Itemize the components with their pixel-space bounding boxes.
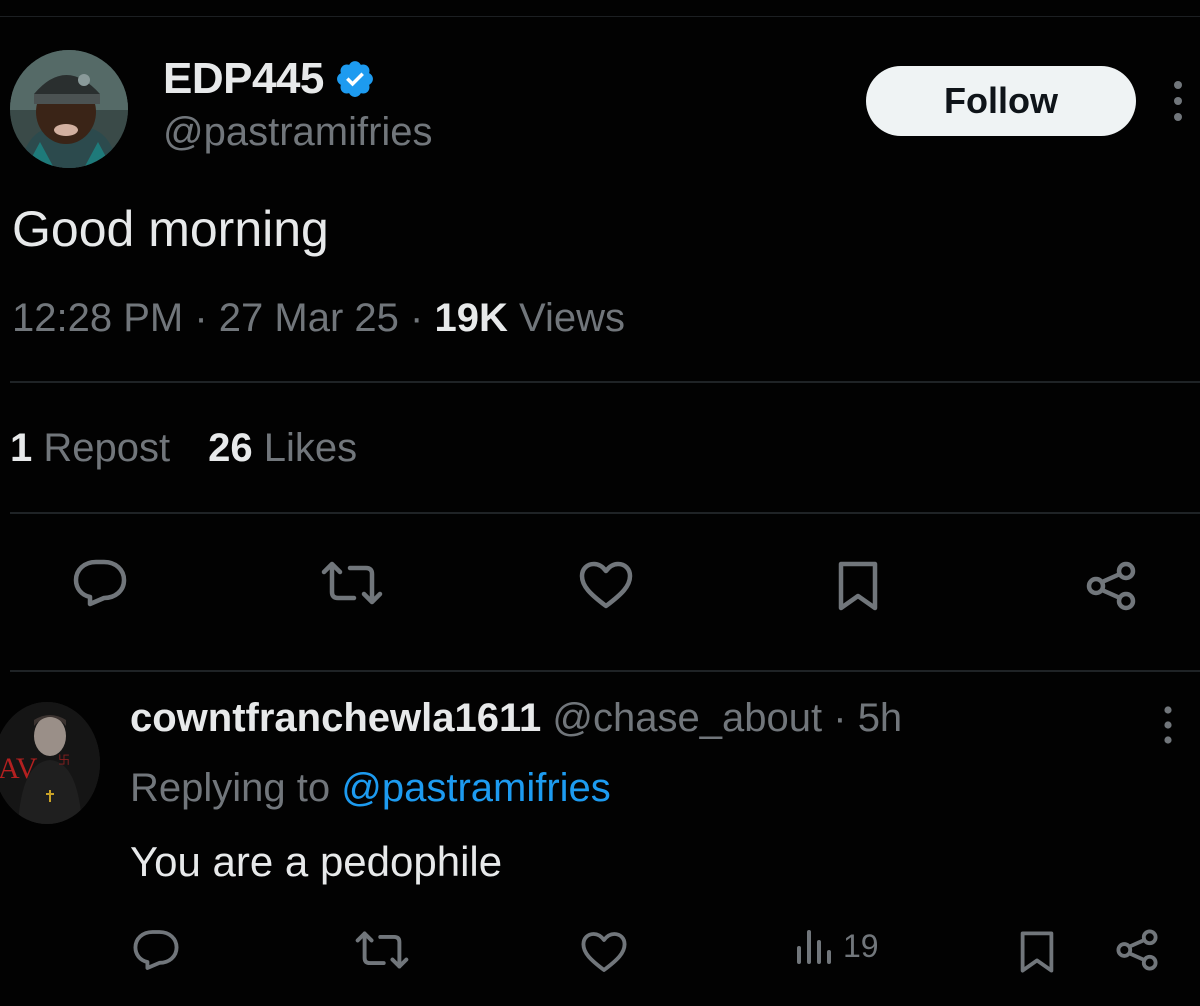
replying-prefix: Replying to xyxy=(130,766,331,810)
tweet-detail-view: EDP445 @pastramifries Follow Good mornin… xyxy=(0,0,1200,1006)
heart-icon xyxy=(581,932,627,972)
tweet-text: Good morning xyxy=(12,201,329,257)
reply-button[interactable] xyxy=(72,558,128,608)
reply-author-avatar[interactable]: AV 卐 xyxy=(0,702,100,824)
reply-bubble-icon xyxy=(73,559,127,607)
author-display-name[interactable]: EDP445 xyxy=(163,54,324,104)
divider xyxy=(10,512,1200,514)
likes-label: Likes xyxy=(263,426,358,470)
tweet-meta: 12:28 PM · 27 Mar 25 · 19K Views xyxy=(12,296,625,341)
heart-icon xyxy=(579,561,633,609)
like-button[interactable] xyxy=(578,560,634,610)
reply-reply-button[interactable] xyxy=(132,928,180,972)
reply-repost-button[interactable] xyxy=(354,930,410,970)
views-bar-icon xyxy=(797,930,831,964)
reply-author-handle[interactable]: @chase_about xyxy=(552,696,822,740)
reply-separator: · xyxy=(833,696,847,740)
reply-views-button[interactable]: 19 xyxy=(795,926,879,966)
share-icon xyxy=(1116,929,1158,971)
share-button[interactable] xyxy=(1084,560,1138,612)
meta-separator: · xyxy=(410,296,424,340)
reply-like-button[interactable] xyxy=(580,930,628,974)
reply-header: cowntfranchewla1611 @chase_about · 5h xyxy=(130,696,902,741)
divider xyxy=(10,381,1200,383)
author-name-row: EDP445 xyxy=(163,54,376,104)
tweet-stats: 1 Repost 26 Likes xyxy=(10,426,357,471)
more-vertical-icon[interactable] xyxy=(1168,78,1188,124)
reply-age[interactable]: 5h xyxy=(858,696,903,740)
repost-icon xyxy=(355,931,409,969)
tweet-time[interactable]: 12:28 PM xyxy=(12,296,183,340)
verified-badge-icon xyxy=(336,61,373,97)
reply-text: You are a pedophile xyxy=(130,838,503,885)
reposts-stat[interactable]: 1 Repost xyxy=(10,426,170,470)
bookmark-icon xyxy=(1020,931,1054,973)
reposts-label: Repost xyxy=(43,426,171,470)
likes-count: 26 xyxy=(208,426,253,470)
tweet-date[interactable]: 27 Mar 25 xyxy=(219,296,399,340)
replying-to-line: Replying to @pastramifries xyxy=(130,766,611,811)
author-avatar[interactable] xyxy=(10,50,128,168)
views-count: 19K xyxy=(434,296,508,340)
reposts-count: 1 xyxy=(10,426,33,470)
more-vertical-icon[interactable] xyxy=(1158,704,1178,746)
svg-text:卐: 卐 xyxy=(58,753,70,767)
meta-separator: · xyxy=(194,296,208,340)
share-icon xyxy=(1086,561,1136,611)
likes-stat[interactable]: 26 Likes xyxy=(208,426,357,470)
views-label: Views xyxy=(519,296,625,340)
bookmark-icon xyxy=(838,561,878,611)
reply-share-button[interactable] xyxy=(1114,928,1160,972)
replying-mention-link[interactable]: @pastramifries xyxy=(341,766,611,810)
repost-icon xyxy=(321,561,383,605)
svg-text:AV: AV xyxy=(0,752,38,785)
reply-views-count: 19 xyxy=(843,927,879,964)
bookmark-button[interactable] xyxy=(837,560,879,612)
follow-button[interactable]: Follow xyxy=(866,66,1136,136)
author-handle[interactable]: @pastramifries xyxy=(163,110,433,155)
reply-bookmark-button[interactable] xyxy=(1018,930,1056,974)
reply-author-name[interactable]: cowntfranchewla1611 xyxy=(130,696,541,740)
reply-bubble-icon xyxy=(133,930,179,970)
top-divider xyxy=(0,16,1200,17)
repost-button[interactable] xyxy=(320,560,384,606)
divider xyxy=(10,670,1200,672)
